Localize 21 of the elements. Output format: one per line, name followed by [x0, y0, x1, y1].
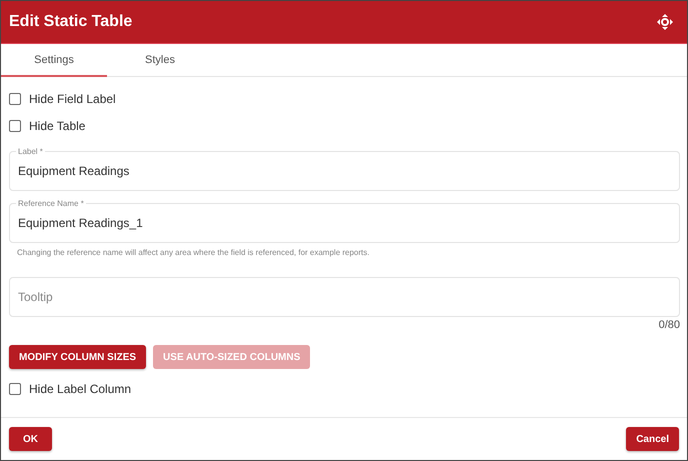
- window-title: Edit Static Table: [9, 13, 132, 31]
- move-icon[interactable]: [657, 14, 673, 30]
- cancel-button[interactable]: Cancel: [626, 427, 679, 451]
- tab[interactable]: Settings: [1, 44, 107, 77]
- field-label: Reference Name *: [16, 199, 86, 208]
- checkbox[interactable]: [9, 382, 21, 394]
- field-placeholder: Tooltip: [18, 290, 53, 304]
- character-counter: 0/80: [658, 318, 680, 331]
- helper-text: Changing the reference name will affect any area where the field is referenced, for example reports.: [16, 247, 370, 257]
- checkbox[interactable]: [9, 92, 21, 104]
- text-field[interactable]: Tooltip: [9, 277, 680, 317]
- checkbox[interactable]: [9, 120, 21, 132]
- modify-columns-button[interactable]: MODIFY COLUMN SIZES: [9, 345, 146, 369]
- tab[interactable]: Styles: [107, 44, 213, 77]
- field-value: Equipment Readings_1: [18, 216, 143, 230]
- field-label: Label *: [16, 147, 45, 156]
- field-value: Equipment Readings: [18, 164, 130, 178]
- checkbox-label: Hide Label Column: [29, 382, 132, 396]
- checkbox-label: Hide Table: [29, 118, 86, 132]
- checkbox-label: Hide Field Label: [29, 92, 116, 106]
- ok-button[interactable]: OK: [9, 427, 52, 451]
